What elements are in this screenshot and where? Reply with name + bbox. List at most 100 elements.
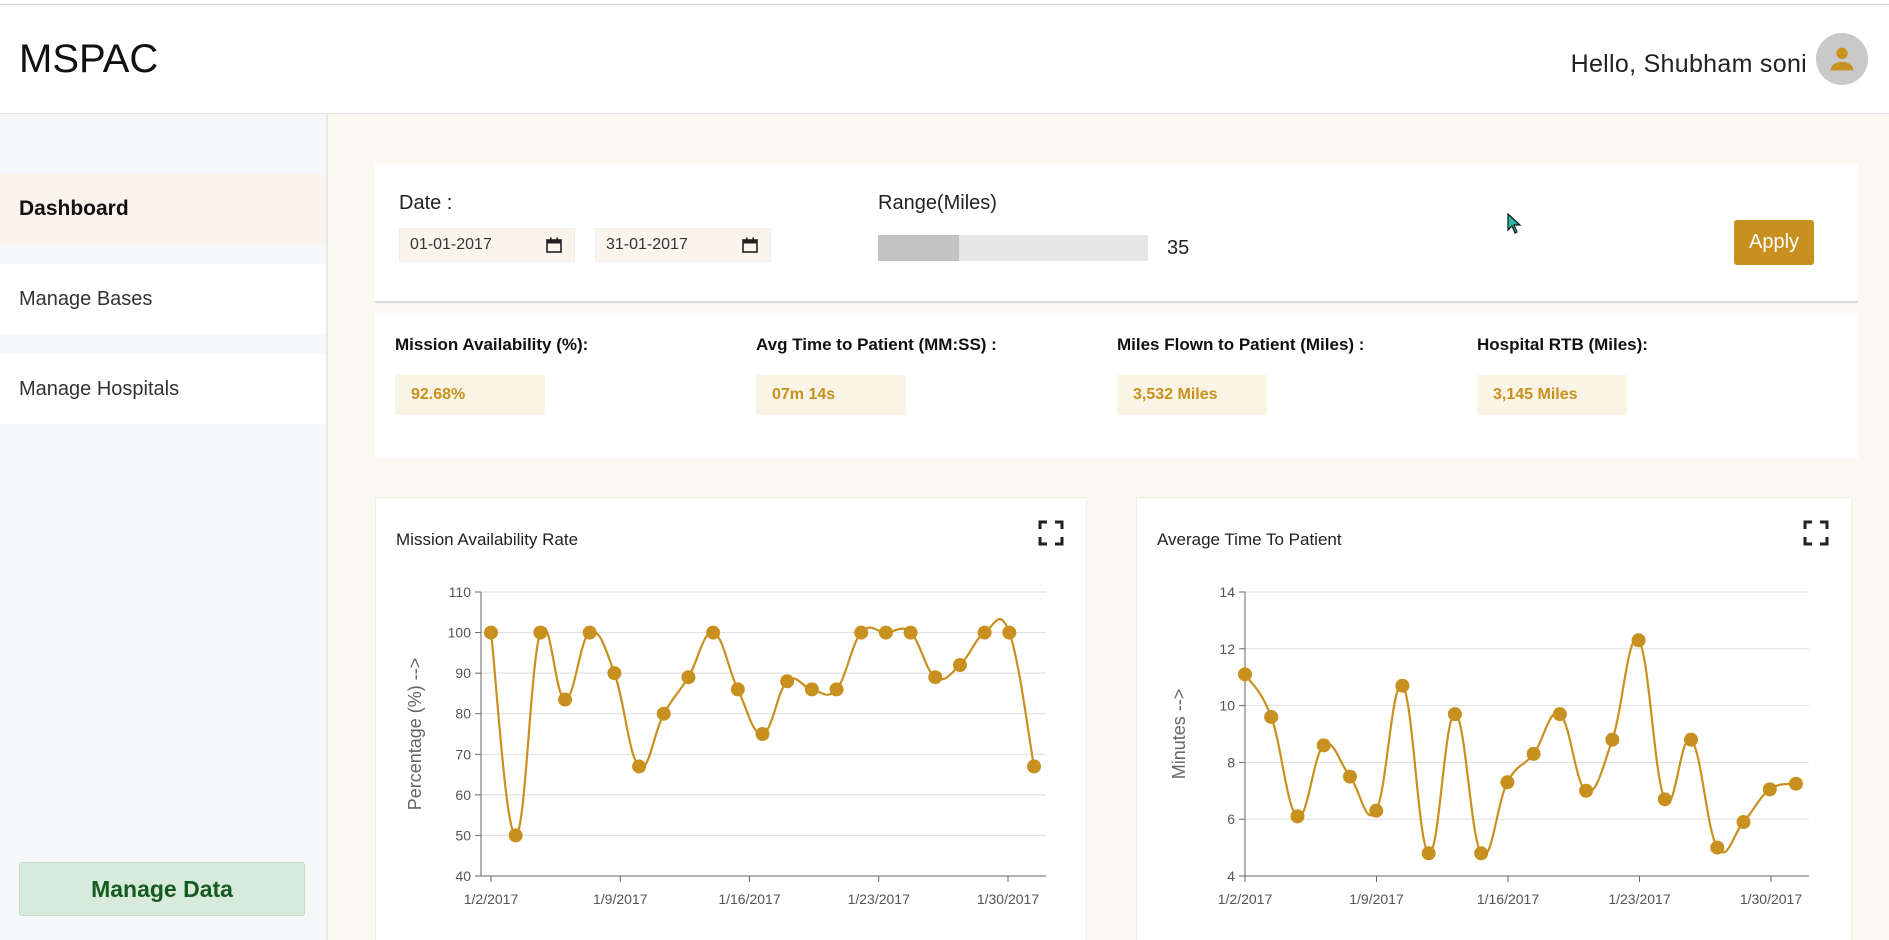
apply-button[interactable]: Apply: [1734, 220, 1814, 265]
data-point: [656, 706, 671, 721]
data-point: [582, 625, 597, 640]
y-axis-label: Minutes -->: [1169, 689, 1189, 780]
data-point: [1002, 625, 1017, 640]
data-point: [1474, 846, 1489, 861]
user-greeting: Hello, Shubham soni: [1570, 50, 1807, 78]
date-from-field[interactable]: 01-01-2017: [399, 228, 575, 262]
sidebar-item-dashboard[interactable]: Dashboard: [0, 174, 326, 244]
x-tick-label: 1/16/2017: [718, 891, 780, 907]
x-tick-label: 1/23/2017: [848, 891, 910, 907]
y-tick-label: 60: [455, 787, 471, 803]
stat-value: 92.68%: [395, 375, 545, 415]
sidebar-item-label: Manage Bases: [19, 287, 153, 310]
range-label: Range(Miles): [878, 192, 997, 214]
y-tick-label: 40: [455, 868, 471, 884]
data-point: [681, 670, 696, 685]
y-axis-label: Percentage (%) -->: [405, 658, 425, 811]
range-slider[interactable]: [878, 235, 1148, 261]
data-point: [928, 670, 943, 685]
data-point: [558, 692, 573, 707]
x-tick-label: 1/16/2017: [1477, 891, 1539, 907]
data-point: [1605, 732, 1620, 747]
data-point: [1395, 678, 1410, 693]
chart-card-average-time: Average Time To Patient 4 6 8 10 12 14 Minutes…: [1137, 498, 1851, 940]
date-label: Date :: [399, 192, 453, 214]
stats-panel: Mission Availability (%): 92.68% Avg Tim…: [375, 313, 1858, 458]
data-point: [632, 759, 647, 774]
mission-availability-chart: 40 50 60 70 80 90 100 110 Percentage (%) --> 1/2/…: [405, 584, 1046, 907]
stat-miles-flown: Miles Flown to Patient (Miles) : 3,532 M…: [1117, 335, 1364, 415]
data-point: [952, 658, 967, 673]
y-tick-label: 110: [449, 584, 472, 600]
y-tick-label: 8: [1227, 754, 1235, 770]
manage-data-button[interactable]: Manage Data: [19, 862, 305, 916]
data-point: [829, 682, 844, 697]
data-point: [755, 727, 770, 741]
x-tick-label: 1/2/2017: [1218, 891, 1273, 907]
sidebar: Dashboard Manage Bases Manage Hospitals: [0, 114, 328, 940]
x-tick-label: 1/9/2017: [593, 891, 648, 907]
x-tick-label: 1/30/2017: [1740, 891, 1802, 907]
stat-value: 07m 14s: [756, 375, 906, 415]
data-point: [1657, 792, 1672, 807]
y-tick-label: 100: [448, 625, 472, 641]
app-header: MSPAC Hello, Shubham soni: [0, 5, 1889, 114]
data-point: [706, 625, 721, 640]
stat-hospital-rtb: Hospital RTB (Miles): 3,145 Miles: [1477, 335, 1648, 415]
sidebar-item-label: Dashboard: [19, 197, 129, 220]
data-point: [1027, 759, 1041, 774]
chart-card-mission-availability: Mission Availability Rate 40 50 60 70 80 90 10…: [376, 498, 1086, 940]
date-to-field[interactable]: 31-01-2017: [595, 228, 771, 262]
data-point: [730, 682, 745, 697]
data-point: [1264, 709, 1279, 724]
x-tick-label: 1/30/2017: [977, 891, 1039, 907]
data-point: [1736, 815, 1751, 830]
data-point: [1369, 803, 1384, 818]
data-point: [533, 625, 548, 640]
data-point: [854, 625, 869, 640]
stat-value: 3,532 Miles: [1117, 375, 1267, 415]
stat-label: Avg Time to Patient (MM:SS) :: [756, 335, 997, 354]
data-point: [1421, 846, 1436, 861]
calendar-icon[interactable]: [546, 237, 562, 253]
app-title: MSPAC: [19, 37, 159, 81]
x-tick-label: 1/23/2017: [1608, 891, 1670, 907]
calendar-icon[interactable]: [742, 237, 758, 253]
data-point: [607, 666, 622, 681]
range-slider-fill: [878, 235, 960, 261]
data-point: [1684, 732, 1699, 747]
sidebar-item-manage-hospitals[interactable]: Manage Hospitals: [0, 354, 326, 424]
date-from-value: 01-01-2017: [410, 236, 492, 253]
data-point: [1579, 783, 1594, 798]
stat-label: Hospital RTB (Miles):: [1477, 335, 1648, 354]
user-icon: [1830, 47, 1854, 71]
stat-label: Mission Availability (%):: [395, 335, 589, 354]
x-tick-label: 1/2/2017: [464, 891, 519, 907]
avatar[interactable]: [1816, 33, 1868, 85]
x-tick-label: 1/9/2017: [1349, 891, 1404, 907]
data-point: [1500, 775, 1515, 790]
data-point: [1316, 738, 1331, 753]
y-tick-label: 10: [1219, 698, 1235, 714]
y-tick-label: 70: [455, 746, 471, 762]
data-point: [1290, 809, 1305, 824]
data-point: [1710, 840, 1725, 855]
data-point: [1762, 782, 1777, 797]
y-tick-label: 14: [1219, 584, 1235, 600]
date-to-value: 31-01-2017: [606, 236, 688, 253]
y-tick-label: 50: [455, 827, 471, 843]
average-time-chart: 4 6 8 10 12 14 Minutes --> 1/2/2017 1/9/2017 1/16…: [1169, 584, 1809, 907]
range-value: 35: [1167, 237, 1190, 259]
data-point: [1526, 746, 1541, 761]
data-point: [804, 682, 819, 697]
y-tick-label: 4: [1227, 868, 1235, 884]
data-point: [903, 625, 918, 640]
y-tick-label: 80: [455, 706, 471, 722]
stat-avg-time: Avg Time to Patient (MM:SS) : 07m 14s: [756, 335, 997, 415]
stat-value: 3,145 Miles: [1477, 375, 1627, 415]
data-point: [508, 828, 523, 843]
y-tick-label: 6: [1227, 811, 1235, 827]
data-point: [1552, 707, 1567, 722]
mouse-cursor-icon: [1507, 213, 1522, 234]
sidebar-item-manage-bases[interactable]: Manage Bases: [0, 264, 326, 334]
